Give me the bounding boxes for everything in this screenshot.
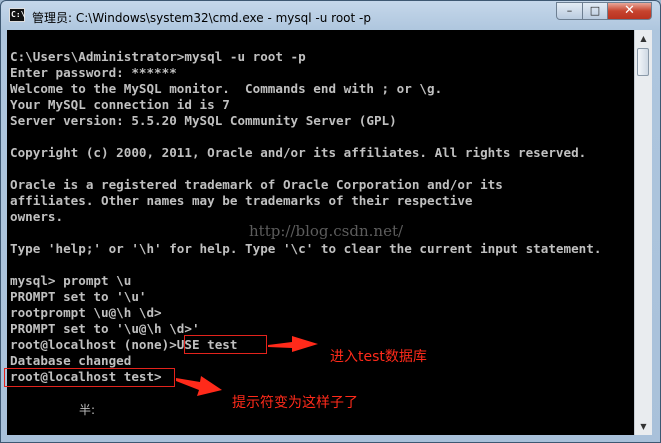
annotation-arrows: [176, 336, 318, 396]
annotation-prompt-changed: 提示符变为这样子了: [232, 395, 358, 411]
arrow-to-use-test: [268, 336, 318, 352]
annotation-use-test: 进入test数据库: [330, 349, 427, 365]
arrow-to-prompt: [176, 376, 222, 396]
